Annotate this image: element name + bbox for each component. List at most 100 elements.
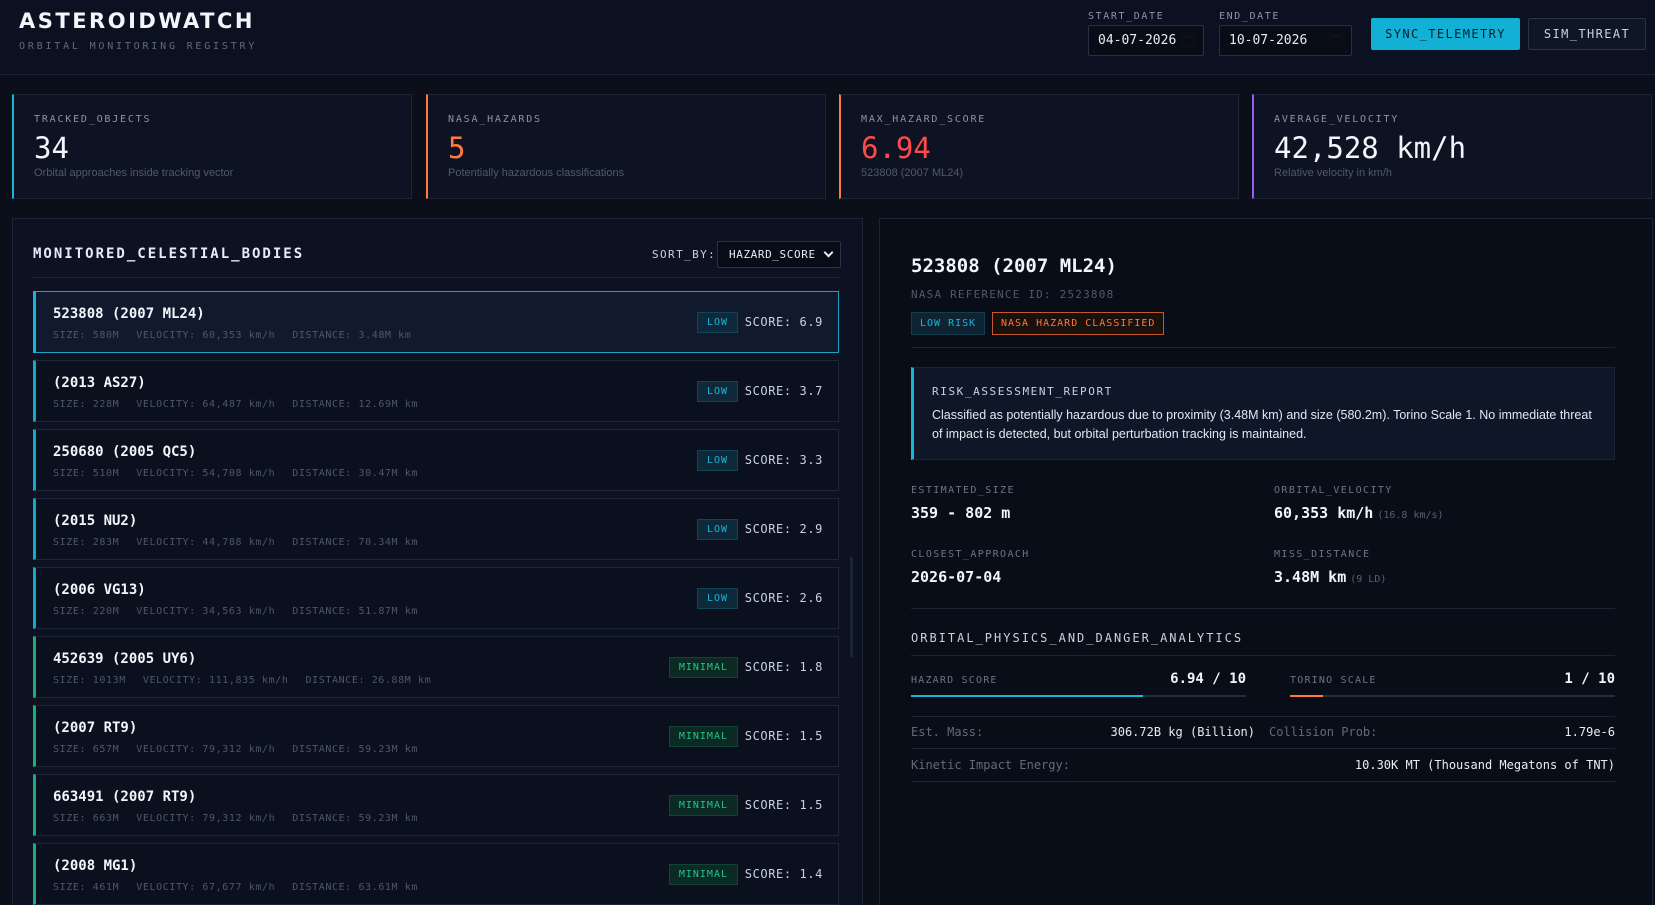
hazard-score: SCORE: 3.7	[744, 384, 823, 398]
risk-badge: MINIMAL	[668, 657, 738, 678]
body-meta: SIZE: 580M VELOCITY: 60,353 km/h DISTANCE:…	[53, 330, 428, 341]
orbital-velocity-label: ORBITAL_VELOCITY	[1274, 485, 1393, 496]
risk-badge: MINIMAL	[668, 726, 738, 747]
list-item[interactable]: (2006 VG13) SIZE: 220M VELOCITY: 34,563 km…	[33, 567, 839, 629]
hazard-score-label: HAZARD SCORE	[911, 675, 998, 686]
start-date-group: START_DATE 04-07-2026	[1088, 11, 1204, 56]
list-item[interactable]: (2013 AS27) SIZE: 228M VELOCITY: 64,487 km…	[33, 360, 839, 422]
body-meta: SIZE: 228M VELOCITY: 64,487 km/h DISTANCE:…	[53, 399, 435, 410]
celestial-bodies-panel: MONITORED_CELESTIAL_BODIES SORT_BY: HAZA…	[12, 218, 863, 905]
collision-prob-label: Collision Prob:	[1269, 725, 1378, 739]
stat-value: 42,528 km/h	[1274, 131, 1467, 165]
body-distance: DISTANCE: 51.87M km	[292, 606, 419, 617]
body-meta: SIZE: 220M VELOCITY: 34,563 km/h DISTANCE:…	[53, 606, 435, 617]
body-meta: SIZE: 657M VELOCITY: 79,312 km/h DISTANCE:…	[53, 744, 435, 755]
closest-approach-value: 2026-07-04	[911, 568, 1002, 586]
miss-distance-value: 3.48M km (9 LD)	[1274, 568, 1386, 586]
body-name: (2006 VG13)	[53, 582, 146, 598]
miss-distance-sub: (9 LD)	[1350, 574, 1387, 585]
list-item[interactable]: 523808 (2007 ML24) SIZE: 580M VELOCITY: 60…	[33, 291, 839, 353]
body-velocity: VELOCITY: 44,788 km/h	[136, 537, 276, 548]
body-velocity: VELOCITY: 79,312 km/h	[136, 813, 276, 824]
body-velocity: VELOCITY: 67,677 km/h	[136, 882, 276, 893]
risk-tag: LOW RISK	[911, 312, 986, 335]
app-title: ASTEROIDWATCH	[19, 9, 255, 33]
list-item[interactable]: 663491 (2007 RT9) SIZE: 663M VELOCITY: 79,…	[33, 774, 839, 836]
detail-panel: 523808 (2007 ML24) NASA REFERENCE ID: 25…	[879, 218, 1653, 905]
list-item[interactable]: (2008 MG1) SIZE: 461M VELOCITY: 67,677 km/…	[33, 843, 839, 905]
body-distance: DISTANCE: 63.61M km	[292, 882, 419, 893]
list-item[interactable]: (2015 NU2) SIZE: 283M VELOCITY: 44,788 km/…	[33, 498, 839, 560]
info-row-energy: Kinetic Impact Energy: 10.30K MT (Thousa…	[911, 750, 1615, 782]
scrollbar[interactable]	[850, 557, 853, 657]
stat-card-max-hazard-score: MAX_HAZARD_SCORE 6.94 523808 (2007 ML24)	[839, 94, 1239, 199]
stat-label: AVERAGE_VELOCITY	[1274, 114, 1400, 125]
body-name: (2007 RT9)	[53, 720, 138, 736]
end-date-group: END_DATE 10-07-2026	[1219, 11, 1352, 56]
calendar-icon[interactable]	[1182, 34, 1194, 47]
hazard-score: SCORE: 2.6	[744, 591, 823, 605]
stat-note: Relative velocity in km/h	[1274, 167, 1392, 179]
stat-label: MAX_HAZARD_SCORE	[861, 114, 987, 125]
hazard-score-meter	[911, 695, 1246, 697]
orbital-velocity-sub: (16.8 km/s)	[1377, 510, 1444, 521]
collision-prob-value: 1.79e-6	[1564, 725, 1615, 739]
end-date-label: END_DATE	[1219, 11, 1280, 22]
body-distance: DISTANCE: 59.23M km	[292, 813, 419, 824]
celestial-body-list: 523808 (2007 ML24) SIZE: 580M VELOCITY: 60…	[33, 291, 841, 905]
sync-telemetry-button[interactable]: SYNC_TELEMETRY	[1371, 18, 1520, 50]
report-text: Classified as potentially hazardous due …	[932, 408, 1592, 441]
impact-energy-value: 10.30K MT (Thousand Megatons of TNT)	[1354, 758, 1615, 772]
stat-card-tracked-objects: TRACKED_OBJECTS 34 Orbital approaches insi…	[12, 94, 412, 199]
stat-label: NASA_HAZARDS	[448, 114, 542, 125]
list-item[interactable]: 250680 (2005 QC5) SIZE: 510M VELOCITY: 54,…	[33, 429, 839, 491]
body-distance: DISTANCE: 26.88M km	[305, 675, 432, 686]
stat-card-average-velocity: AVERAGE_VELOCITY 42,528 km/h Relative velo…	[1252, 94, 1652, 199]
body-size: SIZE: 657M	[53, 744, 120, 755]
risk-badge: LOW	[696, 312, 738, 333]
risk-assessment-report: RISK_ASSESSMENT_REPORT Classified as pot…	[911, 367, 1615, 460]
start-date-input[interactable]: 04-07-2026	[1088, 25, 1204, 56]
list-item[interactable]: (2007 RT9) SIZE: 657M VELOCITY: 79,312 km/…	[33, 705, 839, 767]
calendar-icon[interactable]	[1330, 34, 1342, 47]
divider	[911, 347, 1615, 348]
body-distance: DISTANCE: 12.69M km	[292, 399, 419, 410]
body-distance: DISTANCE: 59.23M km	[292, 744, 419, 755]
hazard-score: SCORE: 3.3	[744, 453, 823, 467]
list-item[interactable]: 452639 (2005 UY6) SIZE: 1013M VELOCITY: 11…	[33, 636, 839, 698]
sort-select[interactable]: HAZARD_SCORE	[717, 241, 841, 268]
orbital-velocity-value: 60,353 km/h (16.8 km/s)	[1274, 504, 1444, 522]
closest-approach-label: CLOSEST_APPROACH	[911, 549, 1030, 560]
body-velocity: VELOCITY: 60,353 km/h	[136, 330, 276, 341]
estimated-size-value: 359 - 802 m	[911, 504, 1011, 522]
body-name: (2015 NU2)	[53, 513, 138, 529]
stat-label: TRACKED_OBJECTS	[34, 114, 152, 125]
torino-scale-label: TORINO SCALE	[1290, 675, 1377, 686]
body-meta: SIZE: 1013M VELOCITY: 111,835 km/h DISTANC…	[53, 675, 448, 686]
risk-badge: LOW	[696, 588, 738, 609]
risk-badge: LOW	[696, 450, 738, 471]
app-subtitle: ORBITAL MONITORING REGISTRY	[19, 41, 258, 52]
body-name: (2013 AS27)	[53, 375, 146, 391]
body-distance: DISTANCE: 30.47M km	[292, 468, 419, 479]
sim-threat-button[interactable]: SIM_THREAT	[1528, 18, 1646, 50]
end-date-input[interactable]: 10-07-2026	[1219, 25, 1352, 56]
body-size: SIZE: 228M	[53, 399, 120, 410]
end-date-value: 10-07-2026	[1229, 33, 1308, 48]
body-size: SIZE: 1013M	[53, 675, 126, 686]
hazard-score-fill	[911, 695, 1144, 697]
stat-value: 5	[448, 131, 466, 165]
hazard-score: SCORE: 2.9	[744, 522, 823, 536]
body-velocity: VELOCITY: 54,708 km/h	[136, 468, 276, 479]
body-meta: SIZE: 510M VELOCITY: 54,708 km/h DISTANCE:…	[53, 468, 435, 479]
chevron-down-icon	[823, 247, 834, 258]
miss-distance-number: 3.48M km	[1274, 568, 1347, 586]
body-name: 250680 (2005 QC5)	[53, 444, 197, 460]
body-velocity: VELOCITY: 64,487 km/h	[136, 399, 276, 410]
risk-badge: LOW	[696, 381, 738, 402]
body-size: SIZE: 283M	[53, 537, 120, 548]
start-date-label: START_DATE	[1088, 11, 1165, 22]
body-distance: DISTANCE: 70.34M km	[292, 537, 419, 548]
report-title: RISK_ASSESSMENT_REPORT	[932, 385, 1113, 398]
body-name: (2008 MG1)	[53, 858, 138, 874]
